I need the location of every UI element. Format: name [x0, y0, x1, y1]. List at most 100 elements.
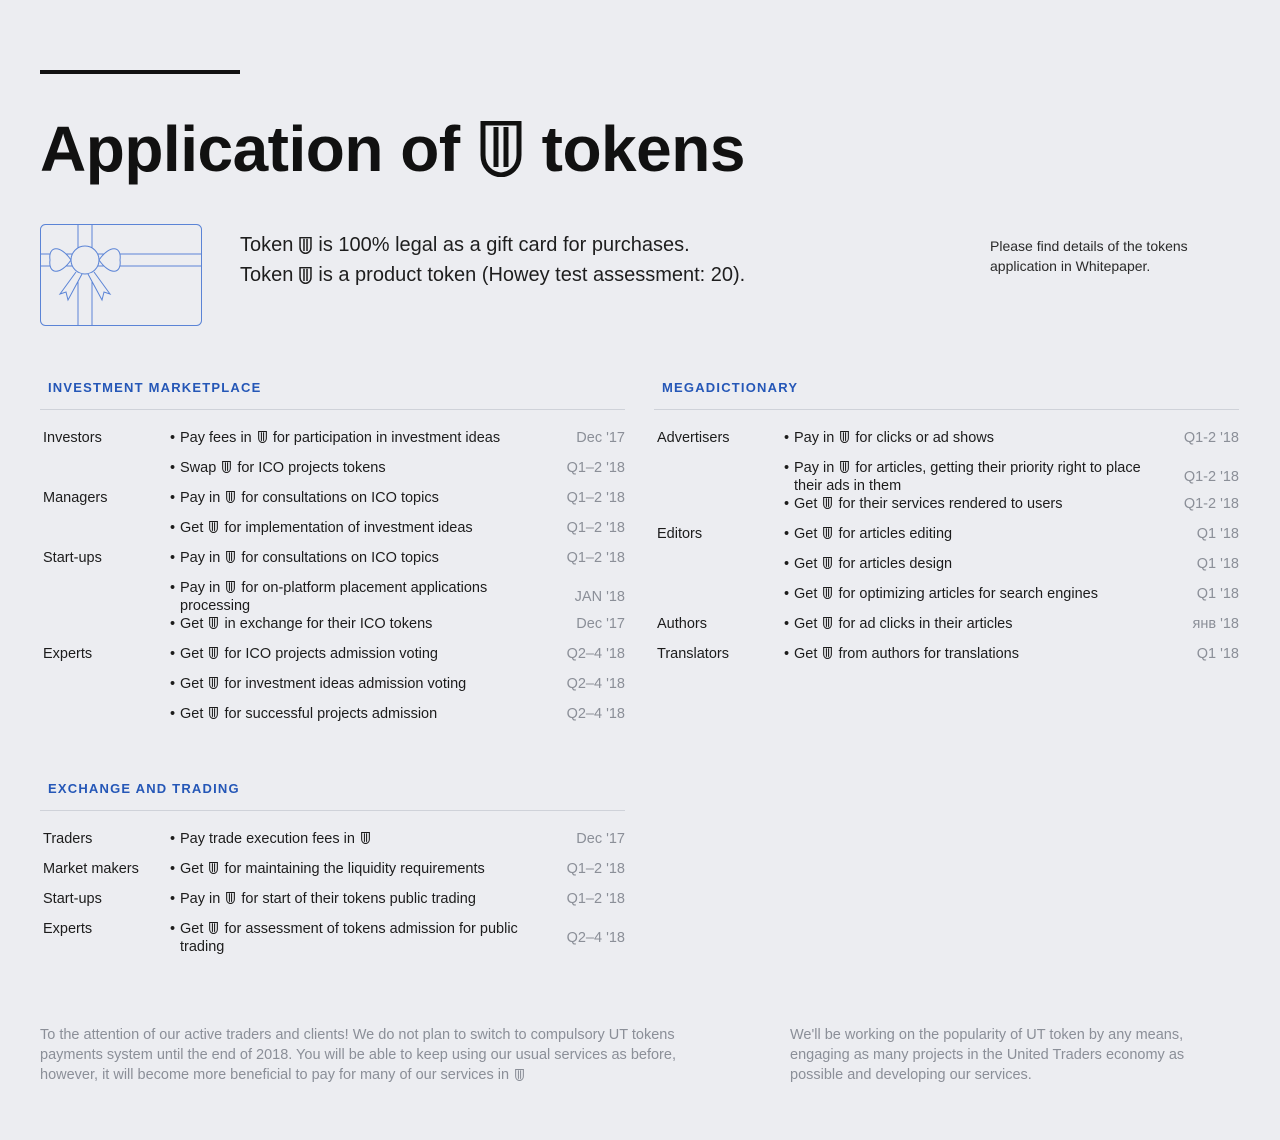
usage-text-post: for successful projects admission — [224, 706, 438, 722]
usage-text-post: for start of their tokens public trading — [241, 891, 476, 907]
usage-text: Get for ad clicks in their articles — [794, 615, 1013, 645]
section-divider — [40, 409, 625, 410]
usage-item: • Get for their services rendered to user… — [784, 495, 1169, 525]
usage-text-pre: Pay in — [180, 891, 221, 907]
usage-item: • Get for successful projects admission — [170, 705, 555, 735]
usage-item: • Get for investment ideas admission voti… — [170, 675, 555, 705]
usage-text: Get from authors for translations — [794, 645, 1019, 675]
lead-line-1: Token is 100% legal as a gift card for p… — [240, 230, 745, 260]
date-label: Q1–2 '18 — [566, 460, 625, 476]
date-label: Q2–4 '18 — [566, 676, 625, 692]
role-label: Market makers — [43, 861, 139, 877]
ut-token-icon — [823, 647, 833, 660]
date-label: янв '18 — [1192, 616, 1240, 632]
ut-token-icon — [299, 236, 313, 254]
bullet-icon: • — [170, 676, 176, 692]
usage-text: Pay in for consultations on ICO topics — [180, 549, 439, 579]
usage-text-post: for ICO projects tokens — [237, 460, 386, 476]
usage-item: • Get for implementation of investment id… — [170, 519, 555, 549]
usage-text: Pay in for clicks or ad shows — [794, 429, 994, 459]
usage-text-pre: Get — [180, 676, 204, 692]
usage-item: • Get for maintaining the liquidity requi… — [170, 860, 555, 890]
usage-item: • Pay trade execution fees in — [170, 830, 555, 860]
bullet-icon: • — [170, 861, 176, 877]
usage-text-pre: Get — [794, 616, 818, 632]
usage-item: • Get from authors for translations — [784, 645, 1169, 675]
usage-text: Get for assessment of tokens admission f… — [180, 920, 535, 956]
usage-text-post: for consultations on ICO topics — [241, 490, 439, 506]
whitepaper-note: Please find details of the tokens applic… — [990, 238, 1188, 274]
role-label: Translators — [657, 646, 729, 662]
ut-token-icon — [840, 431, 850, 444]
usage-text-pre: Get — [180, 616, 204, 632]
usage-text-post: for assessment of tokens admission for p… — [180, 921, 518, 955]
bullet-icon: • — [784, 496, 790, 512]
title-rule — [40, 70, 240, 74]
table-row: • Get for optimizing articles for search … — [654, 585, 1239, 615]
usage-text: Get for implementation of investment ide… — [180, 519, 473, 549]
date-label: Dec '17 — [576, 831, 625, 847]
date-label: Q1–2 '18 — [566, 550, 625, 566]
investment-rows: Investors • Pay fees in for participation … — [40, 429, 625, 735]
ut-token-icon — [209, 617, 219, 630]
usage-text-post: for consultations on ICO topics — [241, 550, 439, 566]
usage-item: • Get for articles design — [784, 555, 1169, 585]
date-label: Q1–2 '18 — [566, 891, 625, 907]
table-row: • Get for successful projects admission Q2… — [40, 705, 625, 735]
ut-token-icon — [226, 491, 236, 504]
title-text-before: Application of — [40, 113, 460, 185]
usage-text-post: for clicks or ad shows — [855, 430, 994, 446]
usage-item: • Get for assessment of tokens admission … — [170, 920, 555, 956]
ut-token-icon — [257, 431, 267, 444]
table-row: • Get in exchange for their ICO tokens Dec… — [40, 615, 625, 645]
usage-text: Get for maintaining the liquidity requir… — [180, 860, 485, 890]
usage-text-pre: Get — [180, 520, 204, 536]
usage-text-pre: Get — [180, 861, 204, 877]
usage-text: Swap for ICO projects tokens — [180, 459, 386, 489]
usage-item: • Pay in for clicks or ad shows — [784, 429, 1169, 459]
usage-text-pre: Get — [794, 496, 818, 512]
bullet-icon: • — [784, 586, 790, 602]
usage-text: Pay in for articles, getting their prior… — [794, 459, 1149, 495]
lead-line-2-before: Token — [240, 264, 294, 286]
usage-text-pre: Pay in — [180, 580, 221, 596]
role-label — [40, 615, 170, 645]
ut-token-icon — [515, 1069, 524, 1082]
role-label — [654, 459, 784, 495]
table-row: Experts • Get for ICO projects admission v… — [40, 645, 625, 675]
usage-text-pre: Pay in — [794, 430, 835, 446]
table-row: Start-ups • Pay in for start of their toke… — [40, 890, 625, 920]
bullet-icon: • — [170, 490, 176, 506]
bullet-icon: • — [170, 831, 176, 847]
ut-token-icon — [823, 527, 833, 540]
usage-text-post: for optimizing articles for search engin… — [838, 586, 1098, 602]
date-label: Q1–2 '18 — [566, 490, 625, 506]
usage-item: • Get in exchange for their ICO tokens — [170, 615, 555, 645]
usage-text-pre: Pay trade execution fees in — [180, 831, 355, 847]
usage-text: Pay fees in for participation in investm… — [180, 429, 500, 459]
role-label — [40, 519, 170, 549]
usage-text-post: in exchange for their ICO tokens — [224, 616, 433, 632]
table-row: • Pay in for articles, getting their prio… — [654, 459, 1239, 495]
title-text-after: tokens — [541, 113, 746, 185]
lead-line-2: Token is a product token (Howey test ass… — [240, 260, 745, 290]
ut-token-icon — [823, 497, 833, 510]
usage-item: • Get for articles editing — [784, 525, 1169, 555]
table-row: • Swap for ICO projects tokens Q1–2 '18 — [40, 459, 625, 489]
usage-text-pre: Get — [794, 526, 818, 542]
table-row: Investors • Pay fees in for participation … — [40, 429, 625, 459]
usage-text: Get for articles design — [794, 555, 952, 585]
usage-text-post: for articles design — [838, 556, 953, 572]
bullet-icon: • — [170, 891, 176, 907]
date-label: Q1-2 '18 — [1183, 469, 1239, 485]
lead-line-1-after: is 100% legal as a gift card for purchas… — [318, 234, 690, 256]
bullet-icon: • — [784, 430, 790, 446]
section-investment-marketplace: INVESTMENT MARKETPLACE Investors • Pay fee… — [40, 376, 625, 735]
exchange-rows: Traders • Pay trade execution fees in Dec … — [40, 830, 625, 956]
usage-text: Get for successful projects admission — [180, 705, 437, 735]
bullet-icon: • — [170, 706, 176, 722]
ut-token-icon — [823, 557, 833, 570]
usage-item: • Pay in for consultations on ICO topics — [170, 549, 555, 579]
usage-item: • Pay in for start of their tokens public… — [170, 890, 555, 920]
footer-note-left: To the attention of our active traders a… — [40, 1025, 700, 1085]
